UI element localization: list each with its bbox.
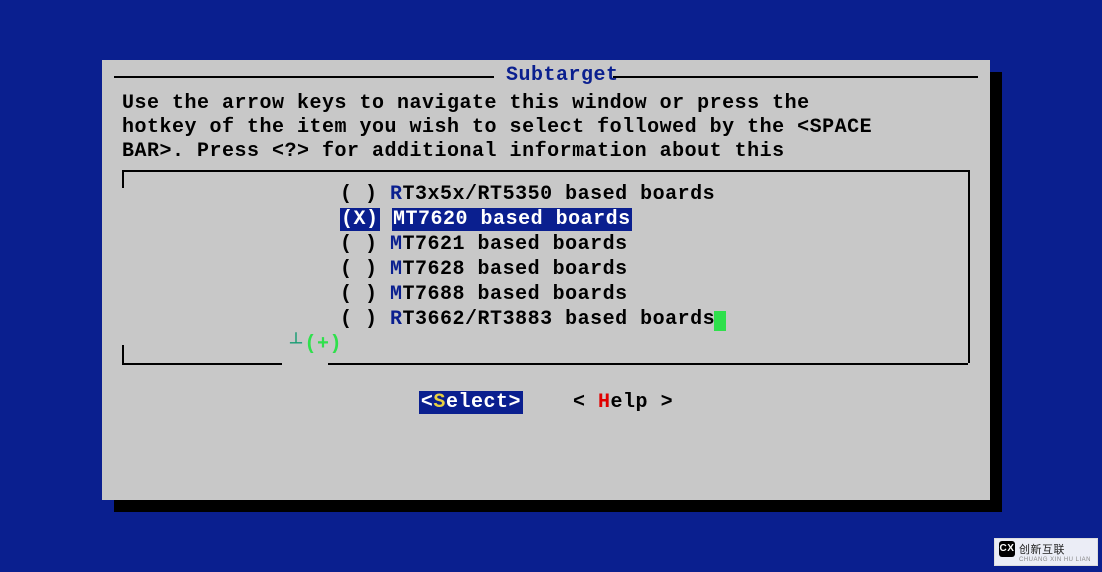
option-mt7688[interactable]: ( ) MT7688 based boards bbox=[340, 282, 960, 307]
btn-hotkey: H bbox=[598, 391, 611, 414]
dialog-title-row: Subtarget bbox=[114, 66, 978, 88]
watermark-subtext: CHUANG XIN HU LIAN bbox=[1019, 557, 1091, 563]
btn-open: < bbox=[573, 391, 586, 414]
option-mt7628[interactable]: ( ) MT7628 based boards bbox=[340, 257, 960, 282]
option-hotkey: M bbox=[390, 233, 403, 256]
btn-rest: elp bbox=[611, 391, 649, 414]
help-button[interactable]: < Help > bbox=[573, 391, 673, 414]
option-list[interactable]: ( ) RT3x5x/RT5350 based boards (X) MT762… bbox=[340, 182, 960, 332]
option-label: T3x5x/RT5350 based boards bbox=[403, 183, 716, 206]
option-label: T7688 based boards bbox=[403, 283, 628, 306]
frame-corner bbox=[122, 170, 124, 188]
option-mt7620[interactable]: (X) MT7620 based boards bbox=[340, 207, 960, 232]
scroll-more-indicator: ┴(+) bbox=[290, 332, 960, 357]
option-marker: (X) bbox=[340, 208, 380, 231]
watermark: CX 创新互联 CHUANG XIN HU LIAN bbox=[994, 538, 1098, 566]
option-frame: ( ) RT3x5x/RT5350 based boards (X) MT762… bbox=[122, 170, 970, 363]
frame-rule bbox=[122, 363, 282, 365]
option-hotkey: M bbox=[390, 258, 403, 281]
inst-line-3: BAR>. Press <?> for additional informati… bbox=[122, 140, 785, 163]
perpendicular-icon: ┴ bbox=[290, 333, 305, 356]
option-rt3662[interactable]: ( ) RT3662/RT3883 based boards bbox=[340, 307, 960, 332]
scroll-more-text: (+) bbox=[305, 333, 343, 356]
option-label: T3662/RT3883 based boards bbox=[403, 308, 716, 331]
dialog-instructions: Use the arrow keys to navigate this wind… bbox=[122, 92, 970, 164]
subtarget-dialog: Subtarget Use the arrow keys to navigate… bbox=[102, 60, 990, 500]
option-hotkey: R bbox=[390, 183, 403, 206]
btn-close: > bbox=[661, 391, 674, 414]
option-mt7621[interactable]: ( ) MT7621 based boards bbox=[340, 232, 960, 257]
watermark-logo-icon: CX bbox=[999, 541, 1015, 557]
button-bar: <Select> < Help > bbox=[114, 391, 978, 414]
inst-line-2: hotkey of the item you wish to select fo… bbox=[122, 116, 872, 139]
watermark-text: 创新互联 bbox=[1019, 544, 1065, 556]
title-rule-left bbox=[114, 76, 494, 78]
option-marker: ( ) bbox=[340, 183, 378, 206]
cursor-icon bbox=[714, 311, 726, 331]
btn-hotkey: S bbox=[433, 391, 446, 414]
option-rt3x5x[interactable]: ( ) RT3x5x/RT5350 based boards bbox=[340, 182, 960, 207]
option-marker: ( ) bbox=[340, 258, 378, 281]
btn-open: < bbox=[421, 391, 434, 414]
btn-rest: elect bbox=[446, 391, 509, 414]
option-label: T7620 based boards bbox=[406, 208, 631, 231]
option-hotkey: M bbox=[390, 283, 403, 306]
frame-corner bbox=[122, 345, 124, 363]
option-marker: ( ) bbox=[340, 233, 378, 256]
title-rule-right bbox=[613, 76, 978, 78]
frame-rule bbox=[328, 363, 968, 365]
btn-close: > bbox=[508, 391, 521, 414]
select-button[interactable]: <Select> bbox=[419, 391, 523, 414]
option-hotkey: R bbox=[390, 308, 403, 331]
option-marker: ( ) bbox=[340, 308, 378, 331]
inst-line-1: Use the arrow keys to navigate this wind… bbox=[122, 92, 810, 115]
option-label: T7628 based boards bbox=[403, 258, 628, 281]
option-marker: ( ) bbox=[340, 283, 378, 306]
option-hotkey: M bbox=[393, 208, 406, 231]
option-label: T7621 based boards bbox=[403, 233, 628, 256]
dialog-title: Subtarget bbox=[500, 64, 625, 87]
